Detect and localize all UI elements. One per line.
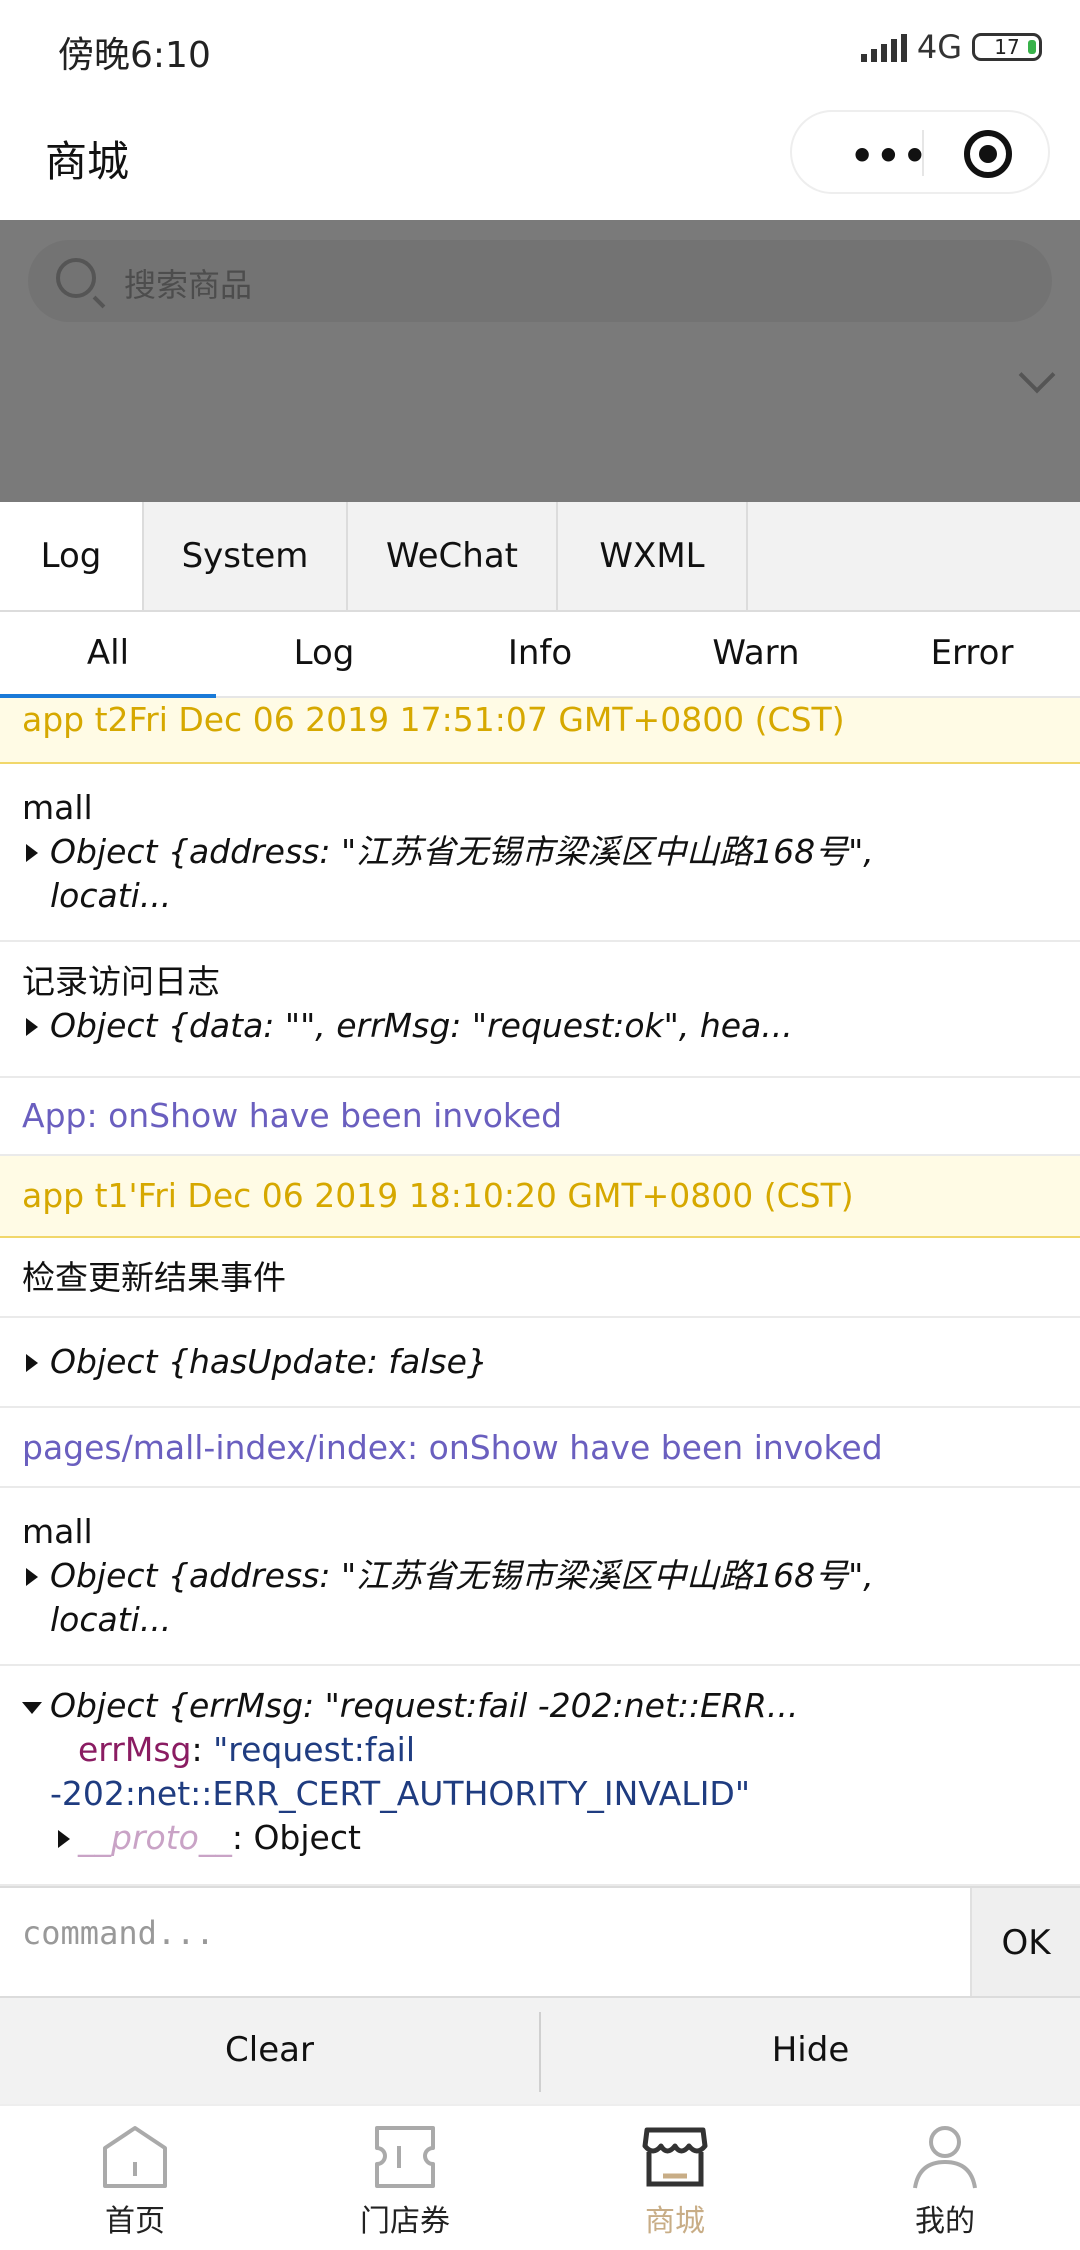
log-filter-tabs: All Log Info Warn Error xyxy=(0,612,1080,698)
status-icons: 4G 17 xyxy=(860,28,1042,66)
log-row-warn: app t1'Fri Dec 06 2019 18:10:20 GMT+0800… xyxy=(0,1156,1080,1238)
proto-value: : Object xyxy=(231,1818,361,1857)
tab-mine[interactable]: 我的 xyxy=(810,2106,1080,2250)
miniprogram-capsule: ••• xyxy=(790,110,1050,194)
filter-warn[interactable]: Warn xyxy=(648,612,864,696)
property-value-cont: -202:net::ERR_CERT_AUTHORITY_INVALID" xyxy=(50,1774,751,1813)
filter-info[interactable]: Info xyxy=(432,612,648,696)
object-summary: Object {address: "江苏省无锡市梁溪区中山路168号", xyxy=(50,832,874,871)
signal-icon xyxy=(860,32,907,62)
command-input[interactable]: command... xyxy=(22,1914,215,1952)
log-row-warn: app t2Fri Dec 06 2019 17:51:07 GMT+0800 … xyxy=(0,698,1080,764)
object-toggle[interactable]: Object {address: "江苏省无锡市梁溪区中山路168号", xyxy=(22,830,1058,874)
property-value: "request:fail xyxy=(213,1730,416,1769)
log-text: app t1'Fri Dec 06 2019 18:10:20 GMT+0800… xyxy=(22,1176,854,1215)
page-title: 商城 xyxy=(45,137,130,186)
log-row: 检查更新结果事件 xyxy=(0,1238,1080,1318)
expand-arrow-icon xyxy=(26,1568,38,1586)
tab-mall[interactable]: 商城 xyxy=(540,2106,810,2250)
filter-error[interactable]: Error xyxy=(864,612,1080,696)
object-summary: Object {address: "江苏省无锡市梁溪区中山路168号", xyxy=(50,1556,874,1595)
search-placeholder: 搜索商品 xyxy=(124,266,253,304)
tab-wxml[interactable]: WXML xyxy=(558,502,748,610)
object-summary: Object {hasUpdate: false} xyxy=(50,1342,488,1381)
tab-log[interactable]: Log xyxy=(0,502,144,610)
log-text: App: onShow have been invoked xyxy=(22,1096,563,1135)
status-bar: 傍晚6:10 4G 17 xyxy=(0,0,1080,96)
log-row: mall Object {address: "江苏省无锡市梁溪区中山路168号"… xyxy=(0,1488,1080,1666)
dimmed-page-area[interactable]: 搜索商品 xyxy=(0,220,1080,502)
hide-button[interactable]: Hide xyxy=(541,1998,1080,2106)
object-toggle[interactable]: Object {errMsg: "request:fail -202:net::… xyxy=(22,1684,1058,1728)
expand-arrow-icon xyxy=(26,1354,38,1372)
battery-level: 17 xyxy=(994,35,1020,59)
tab-home[interactable]: 首页 xyxy=(0,2106,270,2250)
tab-store-coupon[interactable]: 门店券 xyxy=(270,2106,540,2250)
coupon-icon xyxy=(375,2126,435,2188)
log-label: mall xyxy=(22,1512,93,1551)
collapse-arrow-icon xyxy=(22,1702,42,1714)
battery-icon: 17 xyxy=(972,33,1042,61)
log-row: mall Object {address: "江苏省无锡市梁溪区中山路168号"… xyxy=(0,764,1080,942)
expand-arrow-icon xyxy=(26,1018,38,1036)
store-icon xyxy=(642,2127,708,2187)
log-row: Object {hasUpdate: false} xyxy=(0,1318,1080,1408)
home-icon xyxy=(103,2126,167,2188)
log-row-info: App: onShow have been invoked xyxy=(0,1078,1080,1156)
clear-button[interactable]: Clear xyxy=(0,1998,539,2106)
object-toggle[interactable]: Object {hasUpdate: false} xyxy=(22,1340,1058,1384)
bottom-tab-bar: 首页 门店券 商城 我的 xyxy=(0,2104,1080,2250)
object-summary: Object {data: "", errMsg: "request:ok", … xyxy=(50,1006,793,1045)
property-key: errMsg xyxy=(78,1730,192,1769)
filter-log[interactable]: Log xyxy=(216,612,432,696)
tab-wechat[interactable]: WeChat xyxy=(348,502,558,610)
filter-all[interactable]: All xyxy=(0,612,216,698)
expand-arrow-icon xyxy=(26,844,38,862)
object-summary: Object {errMsg: "request:fail -202:net::… xyxy=(50,1686,799,1725)
search-input[interactable]: 搜索商品 xyxy=(28,240,1052,322)
object-toggle[interactable]: Object {data: "", errMsg: "request:ok", … xyxy=(22,1004,1058,1048)
command-bar: command... OK xyxy=(0,1886,1080,1998)
log-text: pages/mall-index/index: onShow have been… xyxy=(22,1428,883,1467)
log-text: 检查更新结果事件 xyxy=(22,1258,286,1297)
proto-toggle[interactable]: __proto__: Object xyxy=(22,1816,1058,1860)
network-type: 4G xyxy=(916,28,962,66)
command-ok-button[interactable]: OK xyxy=(970,1888,1080,1998)
log-row-info: pages/mall-index/index: onShow have been… xyxy=(0,1408,1080,1488)
log-list[interactable]: app t2Fri Dec 06 2019 17:51:07 GMT+0800 … xyxy=(0,698,1080,1886)
log-text: app t2Fri Dec 06 2019 17:51:07 GMT+0800 … xyxy=(22,700,845,739)
log-row-expanded: Object {errMsg: "request:fail -202:net::… xyxy=(0,1666,1080,1886)
console-footer: Clear Hide xyxy=(0,1996,1080,2106)
tab-label: 门店券 xyxy=(360,2204,450,2239)
tab-label: 我的 xyxy=(915,2204,975,2239)
object-property: errMsg: "request:fail xyxy=(78,1730,416,1769)
status-time: 傍晚6:10 xyxy=(58,35,211,76)
search-icon xyxy=(56,258,96,298)
tab-label: 首页 xyxy=(105,2204,165,2239)
object-summary-cont: locati... xyxy=(50,1600,172,1639)
log-label: 记录访问日志 xyxy=(22,962,220,1001)
more-icon[interactable]: ••• xyxy=(850,134,929,178)
close-miniprogram-icon[interactable] xyxy=(964,130,1012,178)
user-icon xyxy=(913,2126,977,2189)
object-summary-cont: locati... xyxy=(50,876,172,915)
chevron-down-icon[interactable] xyxy=(1018,356,1056,394)
expand-arrow-icon xyxy=(58,1830,70,1848)
navbar: 商城 ••• xyxy=(0,96,1080,220)
log-row: 记录访问日志 Object {data: "", errMsg: "reques… xyxy=(0,942,1080,1078)
proto-key: __proto__ xyxy=(78,1818,232,1857)
log-label: mall xyxy=(22,788,93,827)
object-toggle[interactable]: Object {address: "江苏省无锡市梁溪区中山路168号", xyxy=(22,1554,1058,1598)
tab-system[interactable]: System xyxy=(144,502,348,610)
console-tabs: Log System WeChat WXML xyxy=(0,502,1080,612)
tab-label: 商城 xyxy=(645,2204,705,2239)
